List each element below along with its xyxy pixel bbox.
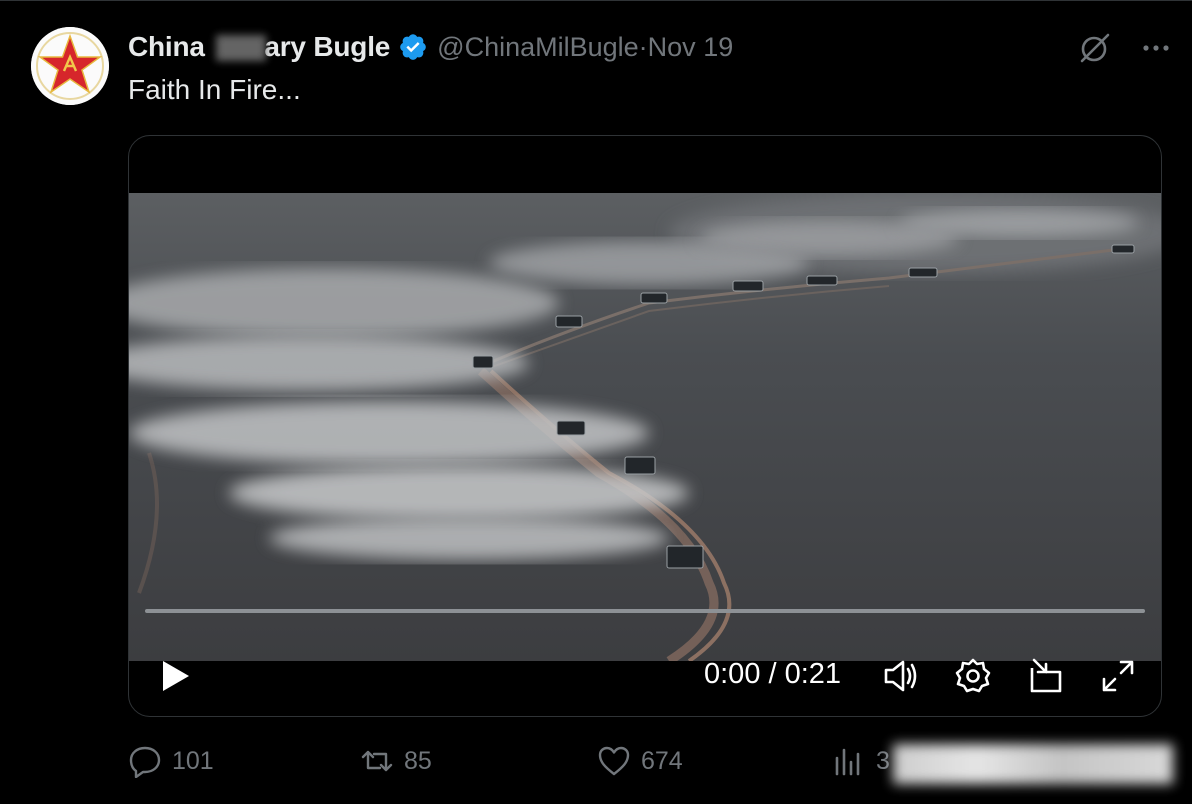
separator-dot: · xyxy=(638,31,648,62)
reply-count: 101 xyxy=(172,746,214,775)
like-button[interactable]: 674 xyxy=(597,744,683,778)
views-count: 3 xyxy=(876,746,890,775)
verified-badge-icon xyxy=(400,34,426,60)
like-count: 674 xyxy=(641,746,683,775)
handle[interactable]: @ChinaMilBugle xyxy=(437,32,639,63)
grok-icon[interactable] xyxy=(1078,31,1112,65)
video-frame[interactable] xyxy=(129,193,1161,661)
blurred-watermark xyxy=(893,744,1173,784)
repost-icon xyxy=(361,750,393,772)
more-icon[interactable] xyxy=(1140,32,1172,64)
repost-count: 85 xyxy=(404,746,432,775)
tweet-header: China ary Bugle @ChinaMilBugle · Nov 19 xyxy=(128,29,733,65)
views-button[interactable]: 3 xyxy=(832,744,890,778)
tweet-text: Faith In Fire... xyxy=(128,74,301,105)
settings-icon[interactable] xyxy=(953,656,993,696)
repost-button[interactable]: 85 xyxy=(360,744,432,778)
video-controls: 0:00 / 0:21 xyxy=(129,646,1161,706)
video-time: 0:00 / 0:21 xyxy=(704,658,842,690)
like-icon xyxy=(598,746,630,776)
views-icon xyxy=(835,748,860,776)
top-divider xyxy=(0,0,1192,1)
video-scrub-bar[interactable] xyxy=(145,609,1145,613)
tweet-date[interactable]: Nov 19 xyxy=(648,32,734,63)
video-player[interactable]: 0:00 / 0:21 xyxy=(128,135,1162,717)
play-icon[interactable] xyxy=(155,656,195,696)
avatar[interactable] xyxy=(31,27,109,105)
dock-icon[interactable] xyxy=(1026,656,1066,696)
redaction-blur xyxy=(216,35,266,61)
volume-icon[interactable] xyxy=(881,656,921,696)
display-name[interactable]: China ary Bugle xyxy=(128,31,390,63)
fullscreen-icon[interactable] xyxy=(1098,656,1138,696)
reply-icon xyxy=(129,746,161,778)
reply-button[interactable]: 101 xyxy=(128,744,214,778)
